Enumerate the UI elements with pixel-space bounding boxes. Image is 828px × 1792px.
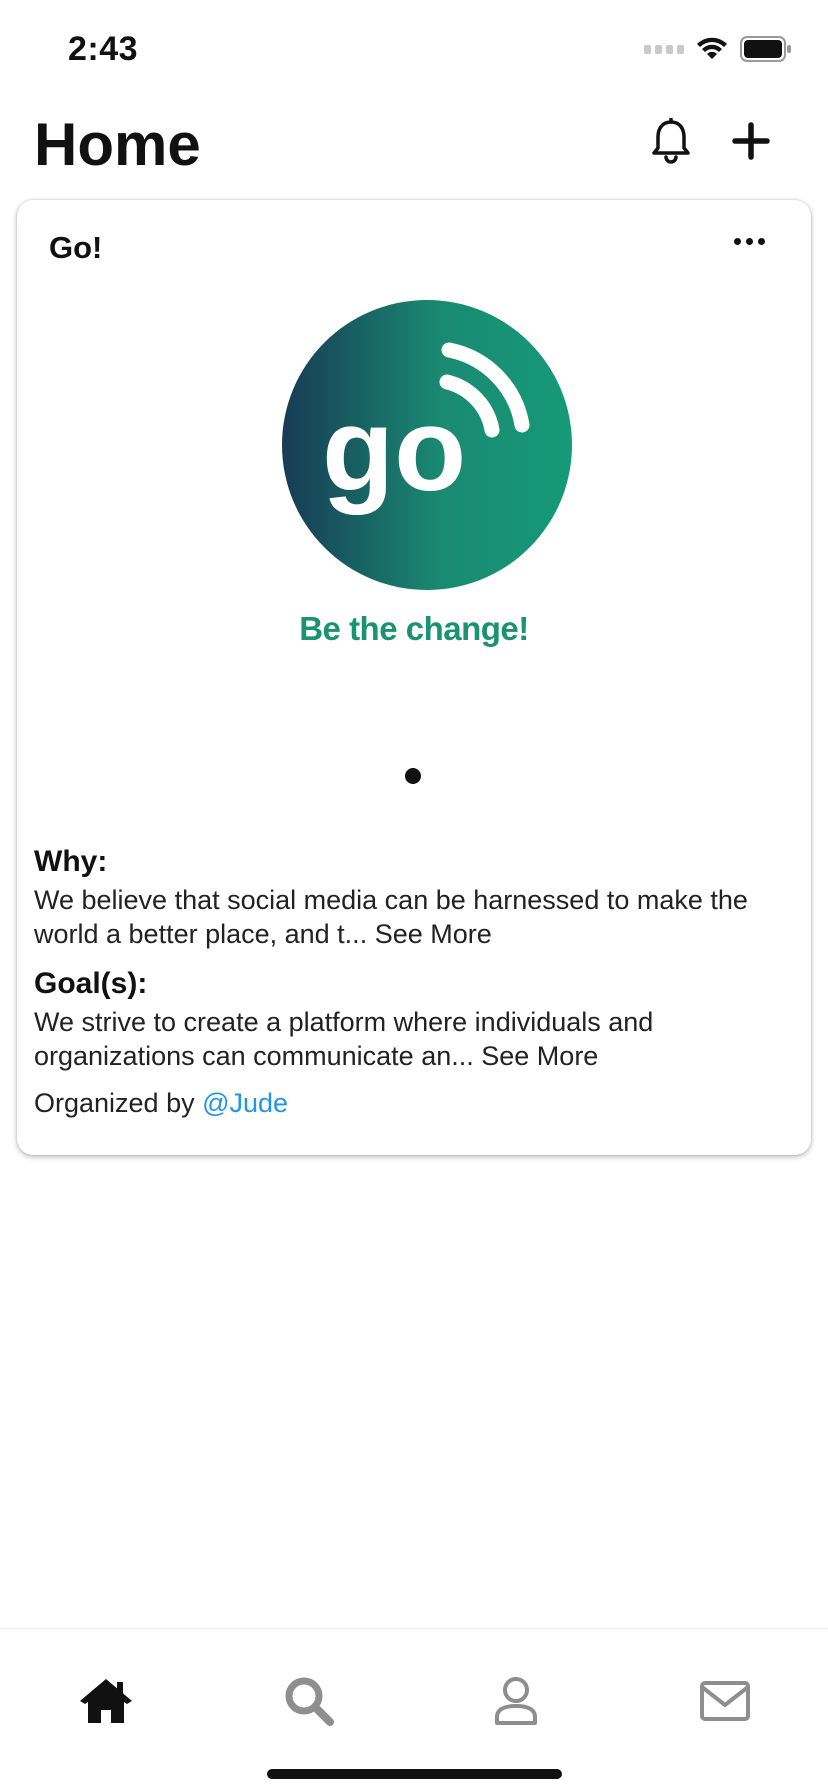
carousel-page-indicator	[405, 768, 421, 784]
profile-icon	[495, 1677, 537, 1725]
header-actions	[650, 118, 770, 164]
home-indicator[interactable]	[267, 1769, 562, 1779]
plus-icon	[732, 122, 770, 160]
page-title: Home	[34, 111, 201, 178]
cellular-signal-icon	[644, 44, 684, 54]
organizer-link[interactable]: @Jude	[202, 1088, 288, 1118]
more-dots-icon	[734, 238, 741, 245]
mail-icon	[700, 1681, 750, 1721]
home-icon	[80, 1679, 132, 1723]
card-title: Go!	[49, 230, 103, 265]
status-time: 2:43	[68, 30, 139, 68]
more-options-button[interactable]	[734, 238, 765, 245]
why-label: Why:	[34, 845, 108, 878]
battery-icon	[740, 36, 791, 62]
logo-text: go	[322, 384, 466, 516]
tab-bar	[0, 1628, 828, 1792]
organized-by: Organized by @Jude	[34, 1088, 288, 1119]
screen: 2:43 Home Go! go Be the change! Why: We …	[0, 0, 828, 1792]
event-card[interactable]: Go! go Be the change! Why: We believe th…	[17, 200, 811, 1155]
search-icon	[285, 1677, 334, 1726]
goals-text: We strive to create a platform where ind…	[34, 1005, 794, 1073]
goals-label: Goal(s):	[34, 967, 148, 1000]
tab-messages[interactable]	[690, 1671, 760, 1731]
tab-home[interactable]	[71, 1671, 141, 1731]
notifications-button[interactable]	[650, 118, 692, 164]
card-tagline: Be the change!	[299, 610, 529, 647]
bell-icon	[652, 118, 690, 164]
go-logo-icon: go	[282, 300, 572, 590]
goals-see-more-link[interactable]: See More	[481, 1041, 598, 1071]
tab-search[interactable]	[274, 1671, 344, 1731]
why-see-more-link[interactable]: See More	[375, 919, 492, 949]
wifi-icon	[697, 37, 727, 59]
create-button[interactable]	[732, 122, 770, 160]
tab-profile[interactable]	[481, 1671, 551, 1731]
status-indicators	[644, 36, 792, 62]
why-text: We believe that social media can be harn…	[34, 883, 794, 951]
organized-by-label: Organized by	[34, 1088, 195, 1118]
